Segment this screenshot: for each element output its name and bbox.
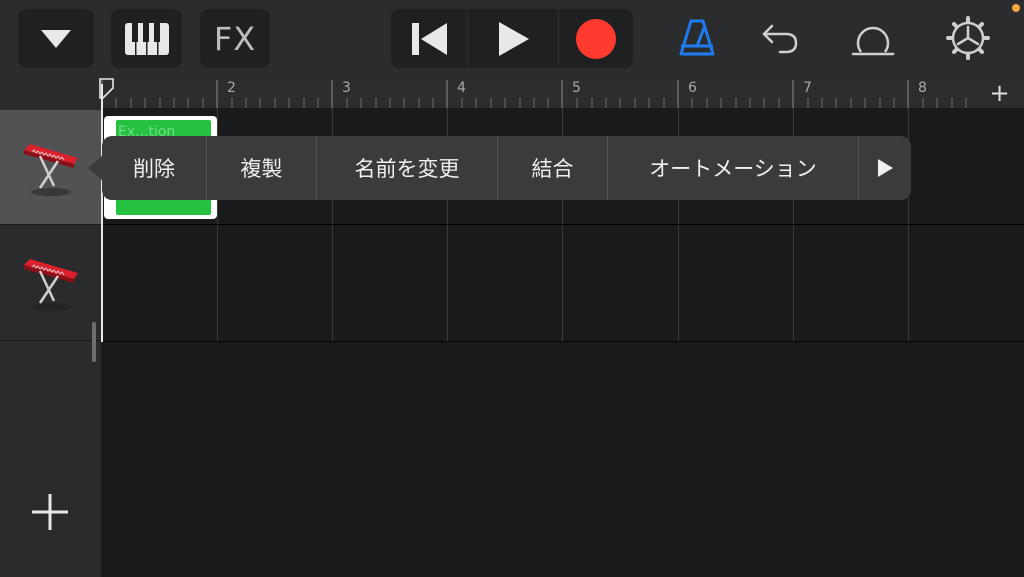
settings-button[interactable] [942, 12, 994, 64]
playhead[interactable] [99, 78, 114, 342]
bar-number: 8 [918, 80, 927, 96]
menu-more-button[interactable] [859, 136, 911, 200]
menu-item-delete[interactable]: 削除 [102, 136, 206, 200]
header-resize-handle[interactable] [92, 322, 96, 362]
add-section-button[interactable]: + [975, 78, 1024, 108]
context-menu-pointer [88, 155, 103, 181]
go-to-beginning-button[interactable] [391, 9, 467, 68]
track-header-1[interactable] [0, 110, 101, 224]
fx-button[interactable]: FX [200, 9, 270, 68]
keyboard-instrument-icon [23, 259, 78, 311]
triangle-down-icon [41, 29, 71, 48]
piano-keys-icon [124, 22, 169, 55]
track-headers [0, 78, 101, 577]
play-button[interactable] [468, 9, 558, 68]
bar-number: 2 [227, 80, 236, 96]
menu-item-join[interactable]: 結合 [498, 136, 607, 200]
ruler-ticks [101, 80, 967, 108]
track-header-2[interactable] [0, 225, 101, 339]
view-dropdown-button[interactable] [18, 9, 94, 68]
bar-number: 4 [457, 80, 466, 96]
go-to-beginning-icon [412, 22, 447, 55]
bar-number: 3 [342, 80, 351, 96]
plus-icon [32, 494, 68, 530]
control-bar: FX [0, 0, 1024, 78]
gear-icon [946, 16, 990, 60]
timeline-ruler[interactable]: 2 3 4 5 6 7 8 [101, 78, 1024, 108]
record-button[interactable] [559, 9, 633, 68]
bar-number: 6 [688, 80, 697, 96]
metronome-button[interactable] [671, 12, 723, 64]
keyboard-instrument-icon [23, 144, 78, 196]
menu-item-rename[interactable]: 名前を変更 [317, 136, 497, 200]
keyboard-button[interactable] [111, 9, 182, 68]
lane-divider [101, 341, 1024, 342]
metronome-icon [679, 19, 715, 56]
transport-controls [391, 9, 633, 68]
undo-icon [762, 24, 798, 54]
play-right-icon [878, 159, 893, 177]
lane-divider [101, 224, 1024, 225]
region-context-menu: 削除 複製 名前を変更 結合 オートメーション [102, 136, 911, 200]
record-icon [576, 18, 616, 59]
loop-browser-icon [851, 26, 895, 56]
add-track-button[interactable] [28, 490, 72, 534]
status-indicator [1012, 4, 1020, 12]
undo-button[interactable] [754, 12, 806, 64]
loop-browser-button[interactable] [847, 12, 899, 64]
bar-number: 7 [803, 80, 812, 96]
play-icon [499, 21, 529, 56]
menu-item-automation[interactable]: オートメーション [608, 136, 858, 200]
playhead-handle[interactable] [99, 78, 115, 100]
bar-number: 5 [572, 80, 581, 96]
menu-item-duplicate[interactable]: 複製 [207, 136, 316, 200]
fx-label: FX [213, 19, 257, 58]
